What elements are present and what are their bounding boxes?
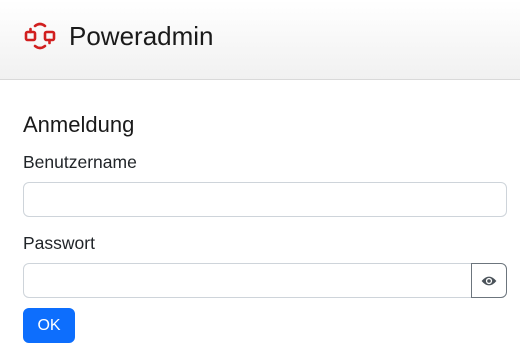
page-title: Anmeldung bbox=[23, 112, 135, 137]
poweradmin-logo-icon bbox=[24, 22, 56, 50]
password-field[interactable] bbox=[23, 263, 472, 298]
toggle-password-visibility-button[interactable] bbox=[471, 263, 507, 298]
brand[interactable]: Poweradmin bbox=[24, 19, 214, 53]
login-form: Anmeldung Benutzername Passwort OK bbox=[23, 108, 507, 343]
ok-button[interactable]: OK bbox=[23, 308, 75, 343]
password-input-group bbox=[23, 263, 507, 298]
password-label: Passwort bbox=[23, 233, 95, 253]
eye-icon bbox=[481, 276, 497, 285]
username-field[interactable] bbox=[23, 182, 507, 217]
navbar: Poweradmin bbox=[0, 0, 520, 80]
brand-name: Poweradmin bbox=[69, 21, 214, 51]
username-label: Benutzername bbox=[23, 152, 137, 172]
